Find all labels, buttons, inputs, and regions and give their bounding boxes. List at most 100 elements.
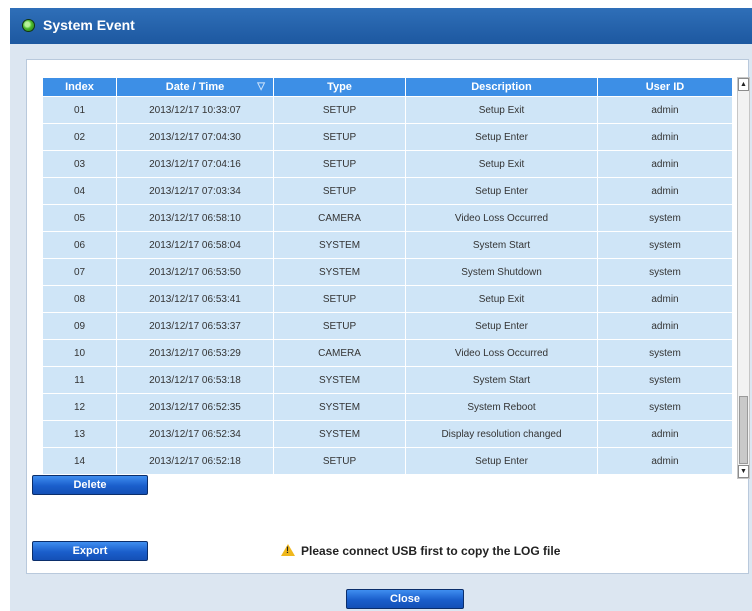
usb-notice: Please connect USB first to copy the LOG…: [281, 544, 560, 558]
table-row[interactable]: 05 2013/12/17 06:58:10 CAMERA Video Loss Oc…: [42, 204, 732, 232]
close-button[interactable]: Close: [346, 589, 464, 609]
cell-index: 06: [42, 231, 117, 259]
cell-index: 13: [42, 420, 117, 448]
cell-index: 04: [42, 177, 117, 205]
event-log-panel: Index Date / Time ▽ Type Description User…: [26, 59, 750, 574]
cell-description: Setup Exit: [405, 96, 598, 124]
cell-date-time: 2013/12/17 07:04:16: [116, 150, 274, 178]
cell-date-time: 2013/12/17 06:53:37: [116, 312, 274, 340]
cell-user-id: system: [597, 231, 732, 259]
cell-user-id: system: [597, 393, 732, 421]
cell-type: SETUP: [273, 285, 406, 313]
cell-description: System Reboot: [405, 393, 598, 421]
cell-user-id: system: [597, 366, 732, 394]
cell-date-time: 2013/12/17 06:52:34: [116, 420, 274, 448]
cell-date-time: 2013/12/17 06:53:41: [116, 285, 274, 313]
cell-user-id: system: [597, 258, 732, 286]
usb-notice-text: Please connect USB first to copy the LOG…: [301, 544, 561, 558]
table-row[interactable]: 09 2013/12/17 06:53:37 SETUP Setup Enter adm…: [42, 312, 732, 340]
table-row[interactable]: 11 2013/12/17 06:53:18 SYSTEM System Start s…: [42, 366, 732, 394]
cell-type: SYSTEM: [273, 231, 406, 259]
cell-type: SYSTEM: [273, 258, 406, 286]
cell-type: CAMERA: [273, 204, 406, 232]
cell-type: SETUP: [273, 150, 406, 178]
cell-user-id: admin: [597, 96, 732, 124]
table-row[interactable]: 14 2013/12/17 06:52:18 SETUP Setup Enter adm…: [42, 447, 732, 475]
cell-date-time: 2013/12/17 06:58:04: [116, 231, 274, 259]
cell-index: 14: [42, 447, 117, 475]
cell-description: System Shutdown: [405, 258, 598, 286]
column-header-index[interactable]: Index: [42, 77, 117, 97]
cell-user-id: admin: [597, 285, 732, 313]
cell-description: Setup Enter: [405, 177, 598, 205]
table-header-row: Index Date / Time ▽ Type Description User…: [42, 77, 732, 97]
title-bar: System Event: [10, 8, 752, 44]
event-table-container: Index Date / Time ▽ Type Description User…: [42, 77, 732, 479]
table-row[interactable]: 04 2013/12/17 07:03:34 SETUP Setup Enter adm…: [42, 177, 732, 205]
table-row[interactable]: 06 2013/12/17 06:58:04 SYSTEM System Start s…: [42, 231, 732, 259]
cell-index: 11: [42, 366, 117, 394]
table-row[interactable]: 01 2013/12/17 10:33:07 SETUP Setup Exit admi…: [42, 96, 732, 124]
cell-date-time: 2013/12/17 07:04:30: [116, 123, 274, 151]
cell-type: SETUP: [273, 177, 406, 205]
cell-description: System Start: [405, 366, 598, 394]
cell-type: CAMERA: [273, 339, 406, 367]
table-row[interactable]: 10 2013/12/17 06:53:29 CAMERA Video Loss Oc…: [42, 339, 732, 367]
cell-description: Display resolution changed: [405, 420, 598, 448]
cell-user-id: admin: [597, 177, 732, 205]
export-button[interactable]: Export: [32, 541, 148, 561]
table-row[interactable]: 02 2013/12/17 07:04:30 SETUP Setup Enter adm…: [42, 123, 732, 151]
cell-index: 05: [42, 204, 117, 232]
cell-type: SETUP: [273, 96, 406, 124]
cell-description: Video Loss Occurred: [405, 204, 598, 232]
cell-description: Setup Enter: [405, 447, 598, 475]
cell-type: SETUP: [273, 123, 406, 151]
cell-index: 10: [42, 339, 117, 367]
column-header-date-time[interactable]: Date / Time ▽: [116, 77, 274, 97]
cell-index: 08: [42, 285, 117, 313]
cell-type: SETUP: [273, 312, 406, 340]
cell-index: 12: [42, 393, 117, 421]
cell-user-id: admin: [597, 150, 732, 178]
sort-indicator-icon[interactable]: ▽: [257, 81, 265, 92]
delete-button[interactable]: Delete: [32, 475, 148, 495]
cell-description: System Start: [405, 231, 598, 259]
cell-date-time: 2013/12/17 06:53:18: [116, 366, 274, 394]
cell-user-id: admin: [597, 312, 732, 340]
table-row[interactable]: 03 2013/12/17 07:04:16 SETUP Setup Exit admi…: [42, 150, 732, 178]
scroll-up-arrow-icon[interactable]: ▲: [738, 78, 749, 91]
cell-user-id: system: [597, 339, 732, 367]
cell-user-id: admin: [597, 420, 732, 448]
table-row[interactable]: 12 2013/12/17 06:52:35 SYSTEM System Reboot…: [42, 393, 732, 421]
window-title: System Event: [43, 17, 135, 33]
cell-type: SYSTEM: [273, 393, 406, 421]
cell-date-time: 2013/12/17 10:33:07: [116, 96, 274, 124]
cell-date-time: 2013/12/17 06:53:29: [116, 339, 274, 367]
table-row[interactable]: 08 2013/12/17 06:53:41 SETUP Setup Exit admi…: [42, 285, 732, 313]
column-header-user-id[interactable]: User ID: [597, 77, 732, 97]
column-header-description[interactable]: Description: [405, 77, 598, 97]
cell-description: Setup Exit: [405, 150, 598, 178]
system-event-dialog: Index Date / Time ▽ Type Description User…: [10, 44, 752, 611]
scroll-thumb[interactable]: [739, 396, 748, 464]
cell-user-id: system: [597, 204, 732, 232]
cell-description: Setup Enter: [405, 123, 598, 151]
table-scrollbar[interactable]: ▲ ▼: [737, 77, 750, 479]
event-table: Index Date / Time ▽ Type Description User…: [42, 77, 732, 475]
cell-index: 07: [42, 258, 117, 286]
cell-date-time: 2013/12/17 07:03:34: [116, 177, 274, 205]
cell-index: 01: [42, 96, 117, 124]
cell-index: 09: [42, 312, 117, 340]
table-row[interactable]: 07 2013/12/17 06:53:50 SYSTEM System Shutdo…: [42, 258, 732, 286]
status-dot-icon: [23, 20, 34, 31]
cell-index: 03: [42, 150, 117, 178]
warning-icon: [281, 544, 295, 556]
column-header-type[interactable]: Type: [273, 77, 406, 97]
cell-user-id: admin: [597, 123, 732, 151]
cell-date-time: 2013/12/17 06:58:10: [116, 204, 274, 232]
cell-description: Setup Exit: [405, 285, 598, 313]
scroll-down-arrow-icon[interactable]: ▼: [738, 465, 749, 478]
cell-user-id: admin: [597, 447, 732, 475]
table-row[interactable]: 13 2013/12/17 06:52:34 SYSTEM Display resol…: [42, 420, 732, 448]
cell-description: Setup Enter: [405, 312, 598, 340]
